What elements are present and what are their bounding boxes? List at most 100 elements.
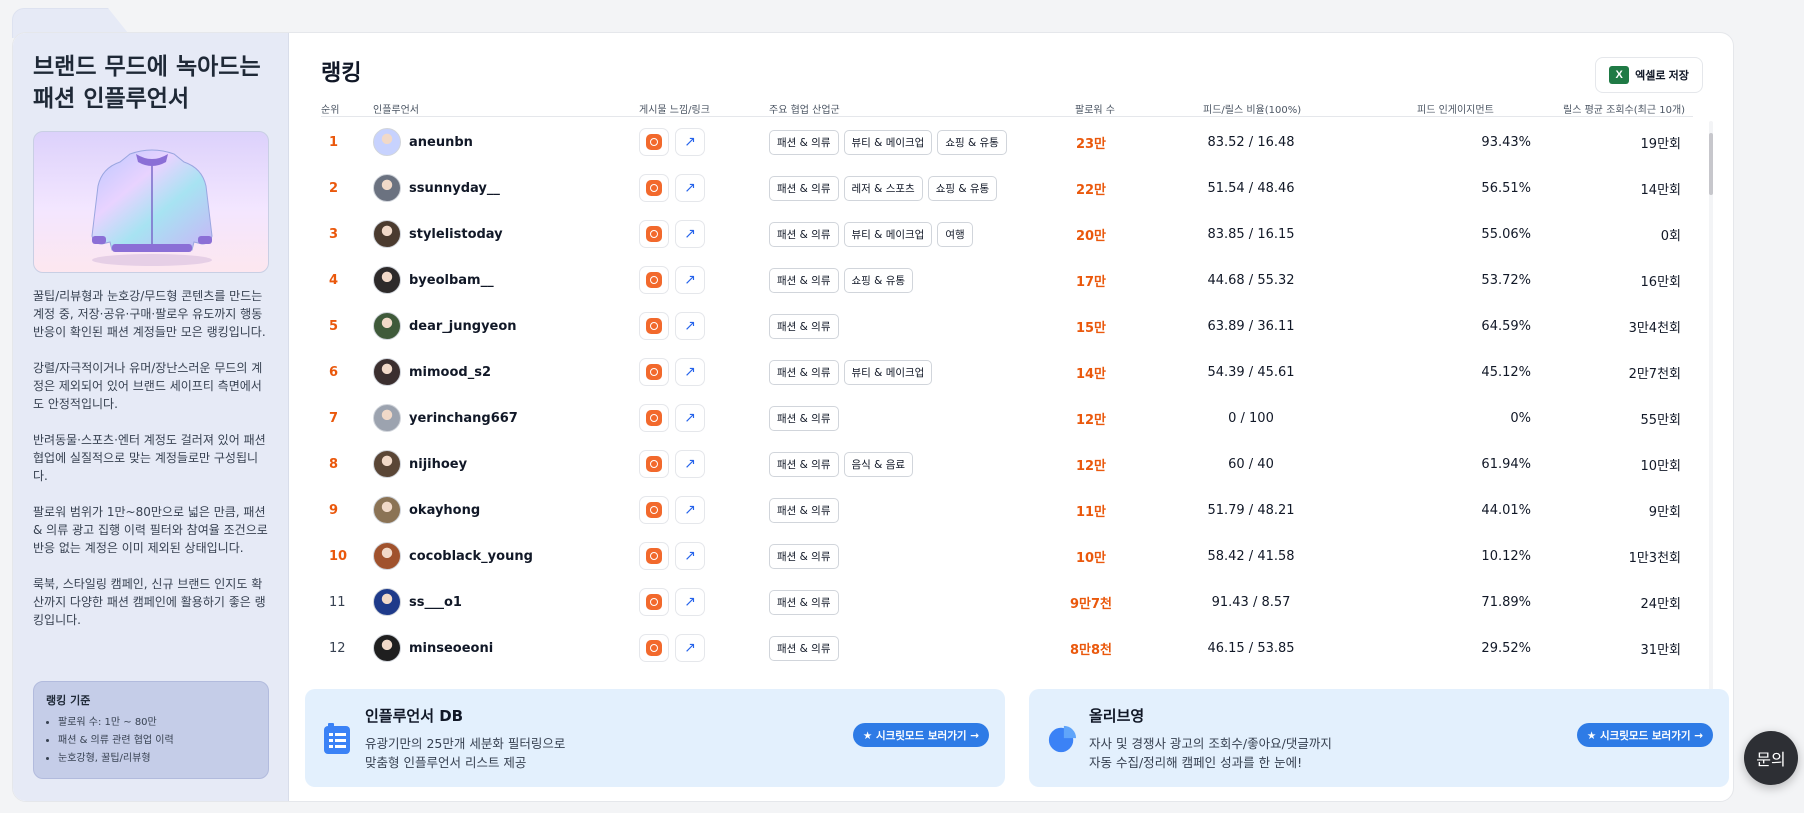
instagram-link-button[interactable] <box>639 542 669 570</box>
influencer-cell[interactable]: nijihoey <box>373 441 467 487</box>
industry-tag: 쇼핑 & 유통 <box>927 175 998 201</box>
description-paragraph: 팔로워 범위가 1만~80만으로 넓은 만큼, 패션 & 의류 광고 집행 이력… <box>33 505 268 555</box>
industry-tag: 쇼핑 & 유통 <box>843 267 914 293</box>
scrollbar-thumb[interactable] <box>1709 133 1713 195</box>
instagram-link-button[interactable] <box>639 496 669 524</box>
table-row[interactable]: 7 yerinchang667 ↗ 패션 & 의류 12만 0 / 100 0% 55만회 <box>321 395 1693 441</box>
influencer-cell[interactable]: stylelistoday <box>373 211 503 257</box>
avatar <box>373 266 401 294</box>
secret-mode-button[interactable]: ★ 시크릿모드 보러가기 → <box>852 723 989 747</box>
column-rank[interactable]: 순위 <box>321 101 339 116</box>
links-cell: ↗ <box>639 349 705 395</box>
table-row[interactable]: 12 minseoeoni ↗ 패션 & 의류 8만8천 46.15 / 53.85 29.… <box>321 625 1693 671</box>
table-scrollbar[interactable] <box>1709 121 1713 711</box>
rank-number: 10 <box>329 548 348 564</box>
instagram-link-button[interactable] <box>639 634 669 662</box>
instagram-link-button[interactable] <box>639 450 669 478</box>
column-industry[interactable]: 주요 협업 산업군 <box>769 101 840 116</box>
influencer-username[interactable]: aneunbn <box>409 135 473 150</box>
feed-reels-ratio: 54.39 / 45.61 <box>1207 364 1295 380</box>
external-link-button[interactable]: ↗ <box>675 312 705 340</box>
influencer-cell[interactable]: yerinchang667 <box>373 395 518 441</box>
influencer-username[interactable]: ss___o1 <box>409 595 462 610</box>
inquiry-chat-button[interactable]: 문의 <box>1744 731 1798 785</box>
external-link-button[interactable]: ↗ <box>675 542 705 570</box>
external-link-button[interactable]: ↗ <box>675 450 705 478</box>
influencer-username[interactable]: nijihoey <box>409 457 467 472</box>
industry-tag: 뷰티 & 메이크업 <box>843 359 933 385</box>
influencer-cell[interactable]: okayhong <box>373 487 480 533</box>
avatar <box>373 542 401 570</box>
instagram-link-button[interactable] <box>639 358 669 386</box>
instagram-link-button[interactable] <box>639 128 669 156</box>
instagram-link-button[interactable] <box>639 266 669 294</box>
page-title: 랭킹 <box>321 61 362 86</box>
column-links[interactable]: 게시물 느낌/링크 <box>639 101 710 116</box>
influencer-cell[interactable]: dear_jungyeon <box>373 303 517 349</box>
influencer-username[interactable]: yerinchang667 <box>409 411 518 426</box>
export-excel-button[interactable]: X 엑셀로 저장 <box>1595 57 1703 93</box>
external-link-button[interactable]: ↗ <box>675 496 705 524</box>
table-row[interactable]: 9 okayhong ↗ 패션 & 의류 11만 51.79 / 48.21 44.01% 9… <box>321 487 1693 533</box>
table-row[interactable]: 1 aneunbn ↗ 패션 & 의류 뷰티 & 메이크업 쇼핑 & 유통 23만 83.52… <box>321 119 1693 165</box>
rank-number: 2 <box>329 180 339 196</box>
influencer-cell[interactable]: aneunbn <box>373 119 473 165</box>
column-engagement[interactable]: 피드 인게이지먼트 <box>1417 101 1494 116</box>
rank-number: 8 <box>329 456 339 472</box>
influencer-cell[interactable]: cocoblack_young <box>373 533 533 579</box>
secret-mode-button[interactable]: ★ 시크릿모드 보러가기 → <box>1576 723 1713 747</box>
external-link-icon: ↗ <box>684 502 696 518</box>
influencer-username[interactable]: stylelistoday <box>409 227 503 242</box>
external-link-button[interactable]: ↗ <box>675 404 705 432</box>
reels-average-views: 3만4천회 <box>1628 320 1681 336</box>
influencer-username[interactable]: ssunnyday__ <box>409 181 500 196</box>
instagram-link-button[interactable] <box>639 312 669 340</box>
influencer-username[interactable]: byeolbam__ <box>409 273 494 288</box>
table-row[interactable]: 4 byeolbam__ ↗ 패션 & 의류 쇼핑 & 유통 17만 44.68 / 55.… <box>321 257 1693 303</box>
external-link-button[interactable]: ↗ <box>675 266 705 294</box>
external-link-button[interactable]: ↗ <box>675 634 705 662</box>
table-row[interactable]: 3 stylelistoday ↗ 패션 & 의류 뷰티 & 메이크업 여행 20만 83.8… <box>321 211 1693 257</box>
influencer-username[interactable]: minseoeoni <box>409 641 493 656</box>
instagram-link-button[interactable] <box>639 404 669 432</box>
external-link-button[interactable]: ↗ <box>675 174 705 202</box>
feed-reels-ratio: 46.15 / 53.85 <box>1207 640 1295 656</box>
avatar <box>373 404 401 432</box>
rank-number: 9 <box>329 502 339 518</box>
external-link-button[interactable]: ↗ <box>675 588 705 616</box>
influencer-cell[interactable]: ssunnyday__ <box>373 165 500 211</box>
influencer-cell[interactable]: mimood_s2 <box>373 349 491 395</box>
instagram-link-button[interactable] <box>639 588 669 616</box>
promo-card-oliveyoung[interactable]: 올리브영 자사 및 경쟁사 광고의 조회수/좋아요/댓글까지 자동 수집/정리해… <box>1029 689 1729 787</box>
sidebar: 브랜드 무드에 녹아드는 패션 인플루언서 꿀팁/리뷰형과 눈호강/무드형 콘텐… <box>13 33 289 801</box>
criteria-title: 랭킹 기준 <box>46 694 91 707</box>
table-row[interactable]: 11 ss___o1 ↗ 패션 & 의류 9만7천 91.43 / 8.57 71.89% 2… <box>321 579 1693 625</box>
influencer-username[interactable]: mimood_s2 <box>409 365 491 380</box>
external-link-icon: ↗ <box>684 226 696 242</box>
instagram-icon <box>646 364 662 380</box>
column-influencer[interactable]: 인플루언서 <box>373 101 419 116</box>
table-row[interactable]: 6 mimood_s2 ↗ 패션 & 의류 뷰티 & 메이크업 14만 54.39 / 45… <box>321 349 1693 395</box>
links-cell: ↗ <box>639 579 705 625</box>
table-row[interactable]: 5 dear_jungyeon ↗ 패션 & 의류 15만 63.89 / 36.11 64… <box>321 303 1693 349</box>
external-link-button[interactable]: ↗ <box>675 128 705 156</box>
influencer-cell[interactable]: ss___o1 <box>373 579 462 625</box>
instagram-link-button[interactable] <box>639 220 669 248</box>
influencer-cell[interactable]: minseoeoni <box>373 625 493 671</box>
table-row[interactable]: 8 nijihoey ↗ 패션 & 의류 음식 & 음료 12만 60 / 40 61.94%… <box>321 441 1693 487</box>
column-ratio[interactable]: 피드/릴스 비율(100%) <box>1203 101 1301 116</box>
influencer-username[interactable]: okayhong <box>409 503 480 518</box>
column-views[interactable]: 릴스 평균 조회수(최근 10개) <box>1563 101 1685 116</box>
column-followers[interactable]: 팔로워 수 <box>1075 101 1115 116</box>
influencer-username[interactable]: dear_jungyeon <box>409 319 517 334</box>
table-row[interactable]: 2 ssunnyday__ ↗ 패션 & 의류 레저 & 스포츠 쇼핑 & 유통 22만 51… <box>321 165 1693 211</box>
avatar <box>373 450 401 478</box>
external-link-button[interactable]: ↗ <box>675 358 705 386</box>
instagram-link-button[interactable] <box>639 174 669 202</box>
influencer-username[interactable]: cocoblack_young <box>409 549 533 564</box>
promo-card-influencer-db[interactable]: 인플루언서 DB 유광기만의 25만개 세분화 필터링으로 맞춤형 인플루언서 … <box>305 689 1005 787</box>
reels-average-views: 9만회 <box>1648 504 1681 520</box>
influencer-cell[interactable]: byeolbam__ <box>373 257 494 303</box>
table-row[interactable]: 10 cocoblack_young ↗ 패션 & 의류 10만 58.42 / 41.5… <box>321 533 1693 579</box>
external-link-button[interactable]: ↗ <box>675 220 705 248</box>
